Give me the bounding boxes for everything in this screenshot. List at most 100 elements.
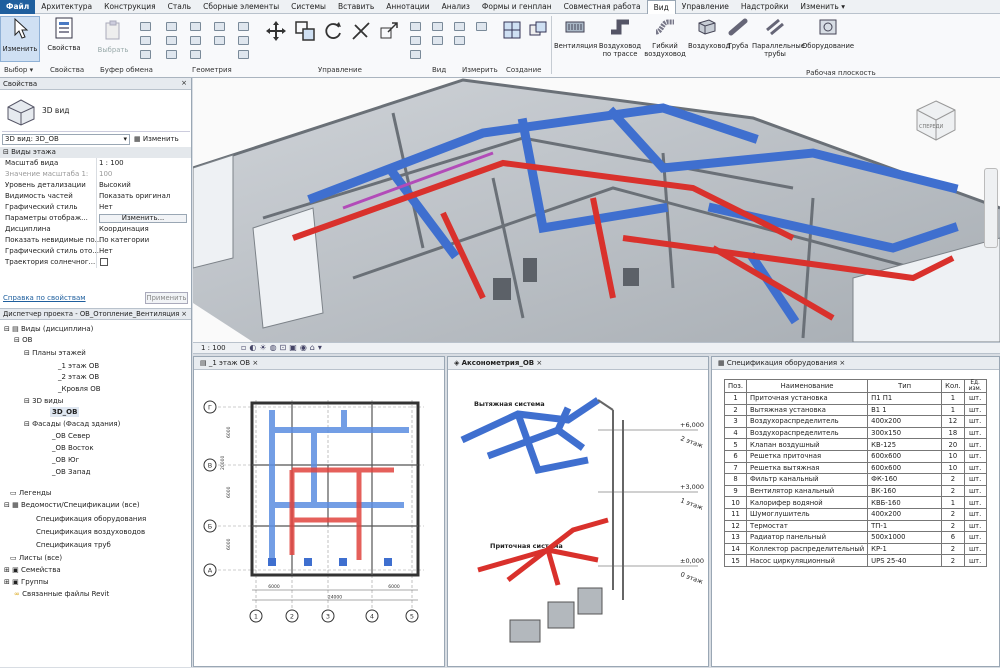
apply-button[interactable]: Применить [145, 292, 188, 304]
column-header[interactable]: Поз. [723, 379, 748, 393]
tree-item[interactable]: ▭ Легенды [10, 488, 51, 498]
tree-item[interactable]: _Кровля ОВ [58, 384, 101, 394]
table-row[interactable]: 8 Фильтр канальный ФК-160 2 шт. [723, 473, 987, 486]
modify-button[interactable]: Изменить [0, 16, 40, 62]
table-row[interactable]: 4 Воздухораспределитель 300x150 18 шт. [723, 426, 987, 440]
table-row[interactable]: 10 Калорифер водяной КВБ-160 1 шт. [723, 496, 987, 509]
close-icon[interactable]: × [536, 359, 542, 367]
table-row[interactable]: 9 Вентилятор канальный ВК-160 2 шт. [723, 484, 987, 498]
view-selector[interactable]: 3D вид: 3D_ОВ ▾ [2, 134, 130, 145]
column-header[interactable]: Наименование [746, 379, 869, 393]
close-icon[interactable]: × [181, 79, 187, 87]
tab-insert[interactable]: Вставить [332, 0, 380, 14]
type-selector[interactable]: 3D вид [2, 92, 190, 132]
tab-precast[interactable]: Сборные элементы [197, 0, 285, 14]
table-row[interactable]: 5 Клапан воздушный КВ-125 20 шт. [723, 438, 987, 451]
table-row[interactable]: 1 Приточная установка П1 П1 1 шт. [723, 392, 987, 405]
tab-structure[interactable]: Конструкция [98, 0, 162, 14]
tree-item[interactable]: ⊟ 3D виды [24, 396, 63, 406]
table-row[interactable]: 14 Коллектор распределительный КР-1 2 шт. [723, 542, 987, 556]
unpin-icon[interactable] [410, 36, 421, 45]
column-header[interactable]: Ед. изм. [963, 379, 987, 393]
mirror-icon[interactable] [238, 50, 249, 59]
shape-handles-icon[interactable] [214, 36, 225, 45]
tree-item[interactable]: ⊞ ▣ Группы [4, 577, 49, 587]
schedule-tab[interactable]: ▦ Спецификация оборудования × [712, 357, 999, 370]
tree-item[interactable]: ▭ Листы (все) [10, 553, 62, 563]
tab-annotate[interactable]: Аннотации [380, 0, 435, 14]
tree-item[interactable]: Спецификация воздуховодов [36, 527, 145, 537]
close-icon[interactable]: × [252, 359, 258, 367]
hide-icon[interactable] [432, 22, 443, 31]
delete-icon[interactable] [410, 50, 421, 59]
create-assembly-button[interactable] [500, 20, 524, 44]
demolish-icon[interactable] [190, 50, 201, 59]
split-face-icon[interactable] [190, 22, 201, 31]
offset-icon[interactable] [238, 36, 249, 45]
rotate-button[interactable] [320, 20, 346, 54]
group-select[interactable]: Выбор ▾ [4, 66, 33, 74]
tab-modify[interactable]: Изменить ▾ [794, 0, 851, 14]
tab-file[interactable]: Файл [0, 0, 36, 14]
tree-item[interactable]: _ОВ Запад [52, 467, 91, 477]
tree-item[interactable]: ∞ Связанные файлы Revit [14, 589, 109, 599]
tab-addins[interactable]: Надстройки [735, 0, 795, 14]
tab-view[interactable]: Вид [646, 0, 676, 14]
table-row[interactable]: 6 Решетка приточная 600x600 10 шт. [723, 449, 987, 463]
tab-collaborate[interactable]: Совместная работа [558, 0, 647, 14]
axonometry-tab[interactable]: ◈ Аксонометрия_ОВ × [448, 357, 708, 370]
flex-duct-button[interactable]: Гибкий воздуховод [644, 16, 686, 66]
table-row[interactable]: 11 Шумоглушитель 400x200 2 шт. [723, 507, 987, 521]
cope-icon[interactable] [166, 36, 177, 45]
paint-icon[interactable] [190, 36, 201, 45]
scale-button[interactable] [376, 20, 402, 54]
properties-button[interactable]: Свойства [44, 16, 84, 62]
override-icon[interactable] [432, 36, 443, 45]
match-icon[interactable] [140, 50, 151, 59]
close-icon[interactable]: × [181, 310, 187, 318]
measure-icon[interactable] [454, 22, 465, 31]
parallel-pipes-button[interactable]: Параллельные трубы [752, 16, 805, 68]
navigation-bar[interactable] [984, 168, 998, 248]
tree-item[interactable]: _1 этаж ОВ [58, 361, 99, 371]
tree-item[interactable]: _ОВ Юг [52, 455, 79, 465]
tree-item[interactable]: _2 этаж ОВ [58, 372, 99, 382]
tab-systems[interactable]: Системы [285, 0, 332, 14]
table-row[interactable]: 7 Решетка вытяжная 600x600 10 шт. [723, 461, 987, 475]
table-row[interactable]: 15 Насос циркуляционный UPS 25-40 2 шт. [723, 554, 987, 567]
tab-manage[interactable]: Управление [676, 0, 735, 14]
tree-item[interactable]: ⊟ Фасады (Фасад здания) [24, 419, 120, 429]
copy-element-button[interactable] [292, 20, 318, 54]
close-icon[interactable]: × [839, 359, 845, 367]
measure-line-icon[interactable] [476, 22, 487, 31]
3d-viewport[interactable]: СПЕРЕДИ [193, 78, 1000, 342]
trim-button[interactable] [348, 20, 374, 54]
ventilation-button[interactable]: Вентиляция [554, 16, 597, 62]
tree-item[interactable]: ⊞ ▣ Семейства [4, 565, 61, 575]
pipe-button[interactable]: Труба [726, 16, 750, 62]
wall-joins-icon[interactable] [214, 22, 225, 31]
ducts-button[interactable]: Воздуховод [688, 16, 730, 62]
tree-item[interactable]: ⊟ ▦ Ведомости/Спецификации (все) [4, 500, 140, 510]
move-button[interactable] [262, 20, 290, 54]
table-row[interactable]: 12 Термостат ТП-1 2 шт. [723, 519, 987, 533]
tab-steel[interactable]: Сталь [162, 0, 197, 14]
section-header[interactable]: ⊟ Виды этажа [0, 147, 191, 158]
column-header[interactable]: Тип [867, 379, 943, 393]
view-cube[interactable]: СПЕРЕДИ [913, 98, 959, 144]
schedule-view[interactable]: ▦ Спецификация оборудования × Поз. Наиме… [711, 356, 1000, 667]
tab-massing[interactable]: Формы и генплан [476, 0, 558, 14]
pin-icon[interactable] [410, 22, 421, 31]
view-scale[interactable]: 1 : 100 [201, 344, 226, 352]
cut-icon[interactable] [140, 22, 151, 31]
floor-plan-tab[interactable]: ▤ _1 этаж ОВ × [194, 357, 444, 370]
view-controls-icons[interactable]: ▫◐☀◍⊡▣◉⌂▾ [241, 343, 325, 352]
tree-item[interactable]: ⊟ Планы этажей [24, 348, 86, 358]
properties-help-link[interactable]: Справка по свойствам [3, 294, 86, 302]
tab-analyze[interactable]: Анализ [436, 0, 476, 14]
create-group-button[interactable] [526, 20, 550, 44]
dimension-icon[interactable] [454, 36, 465, 45]
cut-geometry-icon[interactable] [166, 50, 177, 59]
paste-button[interactable]: Выбрать [96, 20, 130, 60]
edit-display-button[interactable]: Изменить... [99, 214, 187, 223]
